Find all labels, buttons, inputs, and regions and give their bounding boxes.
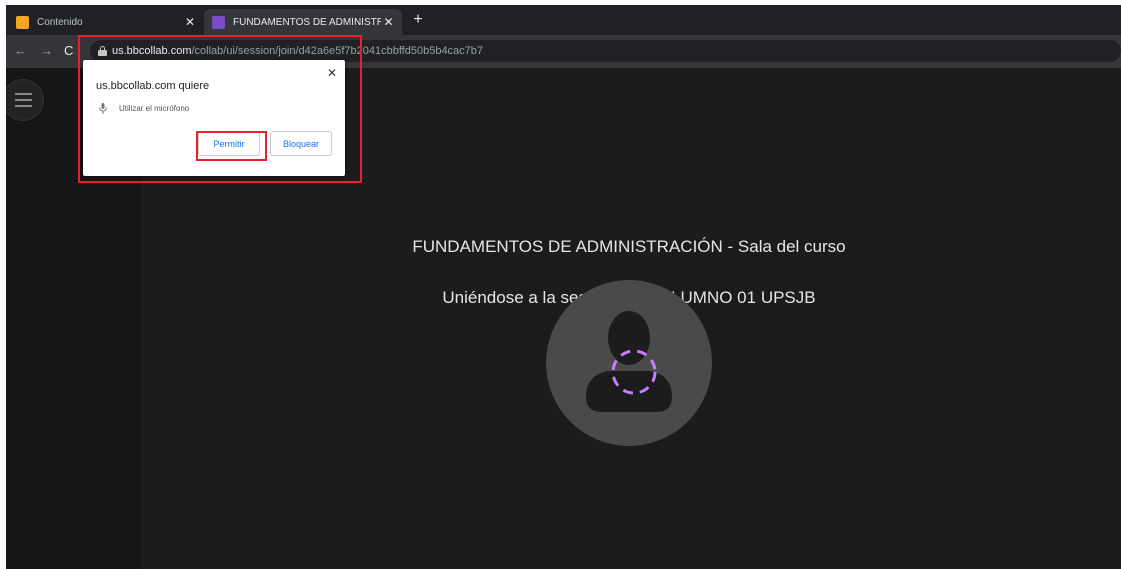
- hamburger-icon: [14, 93, 32, 95]
- tab-title: Contenido: [37, 16, 83, 28]
- menu-button[interactable]: [6, 79, 44, 121]
- forward-icon[interactable]: →: [40, 43, 53, 58]
- hamburger-line: [14, 105, 32, 107]
- hamburger-line: [14, 99, 32, 101]
- tab-contenido[interactable]: Contenido ✕: [8, 9, 204, 35]
- new-tab-icon[interactable]: +: [408, 11, 428, 29]
- reload-icon[interactable]: C: [64, 43, 73, 58]
- user-avatar-icon: [546, 280, 712, 446]
- highlight-box-allow: [196, 131, 267, 161]
- blackboard-content-icon: [16, 15, 29, 29]
- session-title: FUNDAMENTOS DE ADMINISTRACIÓN - Sala del…: [412, 237, 846, 256]
- close-icon[interactable]: ✕: [381, 15, 396, 29]
- collaborate-icon: [212, 15, 225, 29]
- tab-strip: Contenido ✕ FUNDAMENTOS DE ADMINISTRA ✕ …: [6, 5, 1121, 35]
- close-icon[interactable]: ✕: [182, 15, 198, 29]
- tab-fundamentos[interactable]: FUNDAMENTOS DE ADMINISTRA ✕: [204, 9, 402, 35]
- back-icon[interactable]: ←: [14, 43, 27, 58]
- tab-title: FUNDAMENTOS DE ADMINISTRA: [233, 16, 381, 28]
